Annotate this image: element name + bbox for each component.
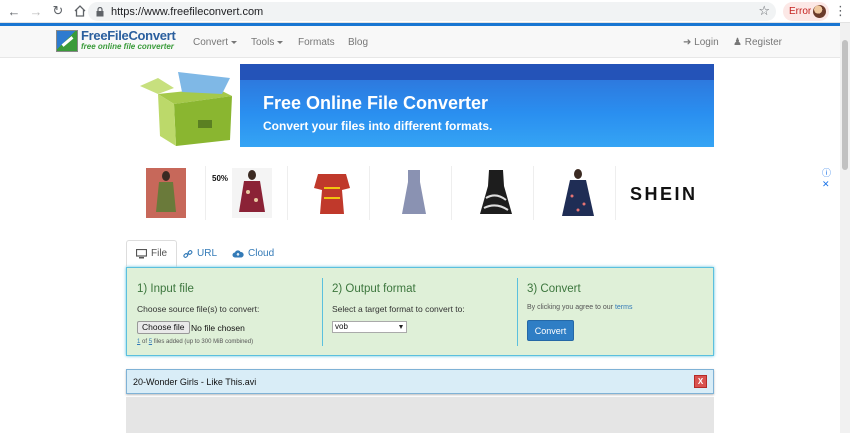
- discount-label: 50%: [212, 174, 229, 183]
- nav-formats[interactable]: Formats: [298, 37, 335, 48]
- step-input-file: 1) Input file Choose source file(s) to c…: [127, 268, 322, 355]
- nav-convert-dropdown[interactable]: Convert: [193, 37, 238, 48]
- choose-file-button[interactable]: Choose file: [137, 321, 190, 334]
- address-bar[interactable]: https://www.freefileconvert.com ☆: [88, 2, 776, 21]
- tab-file-label: File: [151, 248, 168, 259]
- monitor-icon: [136, 248, 147, 259]
- site-logo[interactable]: FreeFileConvert free online file convert…: [56, 28, 176, 52]
- open-box-icon: [140, 72, 232, 146]
- banner-title: Free Online File Converter: [263, 93, 489, 113]
- browser-toolbar: ← → ↻ https://www.freefileconvert.com ☆ …: [0, 0, 850, 23]
- ad-product-3[interactable]: [290, 166, 370, 220]
- tab-url-label: URL: [197, 248, 218, 259]
- nav-convert-label: Convert: [193, 37, 229, 48]
- tab-cloud[interactable]: Cloud: [223, 240, 283, 267]
- product-image: [146, 168, 186, 218]
- selected-file-name: 20-Wonder Girls - Like This.avi: [133, 377, 257, 387]
- product-image: [476, 168, 516, 218]
- ad-product-4[interactable]: [372, 166, 452, 220]
- remove-file-button[interactable]: X: [694, 375, 707, 388]
- ad-product-5[interactable]: [454, 166, 534, 220]
- url-text: https://www.freefileconvert.com: [111, 5, 264, 18]
- ad-close-icon[interactable]: ✕: [822, 179, 830, 189]
- nav-tools-label: Tools: [251, 37, 275, 48]
- product-image: [312, 168, 352, 218]
- menu-kebab-icon[interactable]: ⋮: [834, 4, 847, 17]
- converter-panel: 1) Input file Choose source file(s) to c…: [126, 267, 714, 356]
- step-output-format: 2) Output format Select a target format …: [323, 268, 517, 355]
- product-image: [394, 168, 434, 218]
- nav-login[interactable]: ➜ Login: [683, 37, 719, 48]
- back-icon[interactable]: ←: [6, 3, 22, 19]
- nav-register[interactable]: ♟ Register: [733, 37, 782, 48]
- ad-product-1[interactable]: [126, 166, 206, 220]
- files-max: 5: [148, 339, 153, 345]
- user-icon: ♟: [733, 37, 742, 48]
- select-caret-icon: [399, 325, 403, 329]
- output-format-select[interactable]: vob: [332, 321, 407, 333]
- step2-instruction: Select a target format to convert to:: [332, 304, 465, 314]
- banner-subtitle: Convert your files into different format…: [263, 119, 493, 133]
- error-label: Error: [789, 6, 812, 17]
- caret-down-icon: [231, 40, 238, 44]
- selected-file-row: 20-Wonder Girls - Like This.avi X: [126, 369, 714, 394]
- nav-login-label: Login: [694, 37, 719, 48]
- no-file-status: No file chosen: [191, 323, 245, 333]
- site-navbar: FreeFileConvert free online file convert…: [0, 26, 840, 58]
- product-image: [558, 168, 598, 218]
- home-icon[interactable]: [72, 3, 88, 19]
- terms-notice: By clicking you agree to our terms: [527, 304, 632, 311]
- step1-heading: 1) Input file: [137, 283, 194, 295]
- step1-instruction: Choose source file(s) to convert:: [137, 304, 260, 314]
- ad-product-2[interactable]: 50%: [208, 166, 288, 220]
- step2-heading: 2) Output format: [332, 283, 416, 295]
- forward-icon[interactable]: →: [28, 3, 44, 19]
- terms-link[interactable]: terms: [615, 304, 633, 311]
- tab-url[interactable]: URL: [174, 240, 226, 267]
- files-count-note: 1 of 5 files added (up to 300 MiB combin…: [137, 339, 253, 345]
- tab-file[interactable]: File: [126, 240, 178, 267]
- bookmark-star-icon[interactable]: ☆: [758, 3, 770, 19]
- ad-brand-logo[interactable]: SHEIN: [630, 184, 698, 205]
- step-convert: 3) Convert By clicking you agree to our …: [518, 268, 713, 355]
- link-icon: [183, 249, 193, 259]
- caret-down-icon: [277, 40, 284, 44]
- scrollbar-thumb[interactable]: [842, 40, 848, 170]
- adchoices-info-icon[interactable]: ⓘ ✕: [822, 166, 831, 190]
- output-format-value: vob: [335, 322, 348, 331]
- files-of: of: [142, 339, 148, 345]
- tab-cloud-label: Cloud: [248, 248, 275, 259]
- logo-name: FreeFileConvert: [81, 28, 176, 43]
- product-image: [232, 168, 272, 218]
- advertisement[interactable]: 50% SHEIN ⓘ ✕: [126, 166, 831, 222]
- ad-product-6[interactable]: [536, 166, 616, 220]
- content-placeholder: [126, 397, 714, 433]
- files-note: files added (up to 300 MiB combined): [153, 339, 254, 345]
- files-count: 1: [137, 339, 141, 345]
- terms-text: By clicking you agree to our: [527, 304, 613, 311]
- reload-icon[interactable]: ↻: [50, 3, 66, 19]
- hero-banner: Free Online File Converter Convert your …: [126, 64, 714, 147]
- profile-error-badge[interactable]: Error: [783, 2, 829, 21]
- logo-tagline: free online file converter: [81, 42, 174, 51]
- input-source-tabs: File URL Cloud: [126, 240, 714, 267]
- convert-button[interactable]: Convert: [527, 320, 574, 341]
- cloud-icon: [232, 249, 244, 258]
- nav-blog[interactable]: Blog: [348, 37, 368, 48]
- step3-heading: 3) Convert: [527, 283, 581, 295]
- logo-mark-icon: [56, 30, 78, 52]
- nav-register-label: Register: [744, 37, 782, 48]
- avatar: [813, 5, 826, 18]
- lock-icon: [96, 6, 105, 17]
- login-icon: ➜: [683, 37, 692, 48]
- nav-tools-dropdown[interactable]: Tools: [251, 37, 284, 48]
